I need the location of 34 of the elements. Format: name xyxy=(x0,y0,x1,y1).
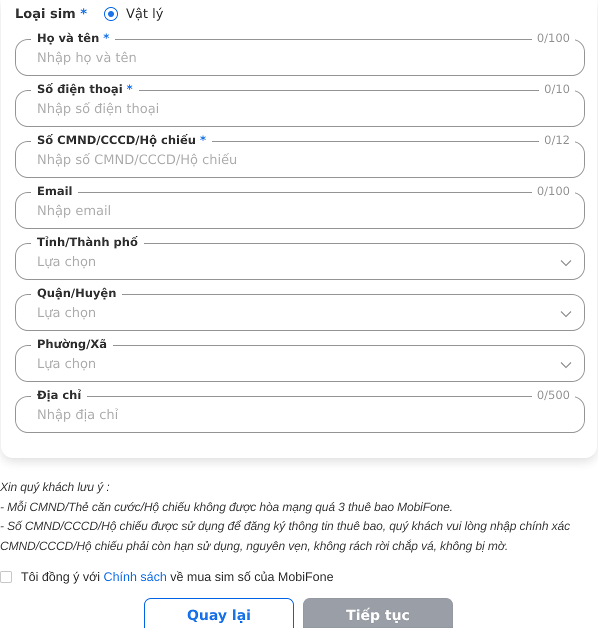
note-text: Xin quý khách lưu ý : xyxy=(0,479,111,496)
chevron-down-icon xyxy=(560,360,572,368)
chevron-down-icon xyxy=(560,310,572,318)
field-label: Địa chỉ xyxy=(31,388,88,403)
sim-type-label: Loại sim * xyxy=(15,6,88,22)
checkbox[interactable] xyxy=(0,571,12,583)
placeholder-text: Lựa chọn xyxy=(37,357,98,372)
placeholder-text: Lựa chọn xyxy=(37,255,98,270)
placeholder-text: Nhập số CMND/CCCD/Hộ chiếu xyxy=(37,153,238,168)
note-text: CMND/CCCD/Hộ chiếu phải còn hạn sử dụng, nguyên vẹn, không rách rời chắp vá, không bị mờ. xyxy=(0,538,510,554)
character-counter: 0/100 xyxy=(532,31,575,46)
field-label: Số điện thoại * xyxy=(31,82,139,97)
field-label: Phường/Xã xyxy=(31,337,113,352)
character-counter: 0/500 xyxy=(532,388,575,403)
policy-link[interactable]: Chính sách xyxy=(104,570,167,584)
note-text: - Số CMND/CCCD/Hộ chiếu được sử dụng để đăng ký thông tin thuê bao, quý khách vui lòng nhập chính xác xyxy=(0,518,572,535)
chevron-down-icon xyxy=(560,258,572,266)
placeholder-text: Nhập số điện thoại xyxy=(37,102,160,117)
placeholder-text: Nhập địa chỉ xyxy=(37,408,120,423)
field-label: Tỉnh/Thành phố xyxy=(31,235,144,250)
field-label: Số CMND/CCCD/Hộ chiếu * xyxy=(31,133,212,148)
character-counter: 0/100 xyxy=(532,184,575,199)
placeholder-text: Nhập họ và tên xyxy=(37,51,138,66)
placeholder-text: Nhập email xyxy=(37,204,112,219)
note-text: - Mỗi CMND/Thẻ căn cước/Hộ chiếu không được hòa mạng quá 3 thuê bao MobiFone. xyxy=(0,498,454,516)
radio-button[interactable] xyxy=(104,7,118,21)
field-label: Họ và tên * xyxy=(31,31,116,46)
back-button[interactable]: Quay lại xyxy=(144,598,294,628)
placeholder-text: Lựa chọn xyxy=(37,306,98,321)
field-label: Quận/Huyện xyxy=(31,286,122,301)
radio-option[interactable]: Vật lý xyxy=(104,6,164,22)
agreement-text: Tôi đồng ý với Chính sách về mua sim số của MobiFone xyxy=(21,570,334,584)
character-counter: 0/10 xyxy=(539,82,575,97)
character-counter: 0/12 xyxy=(539,133,575,148)
